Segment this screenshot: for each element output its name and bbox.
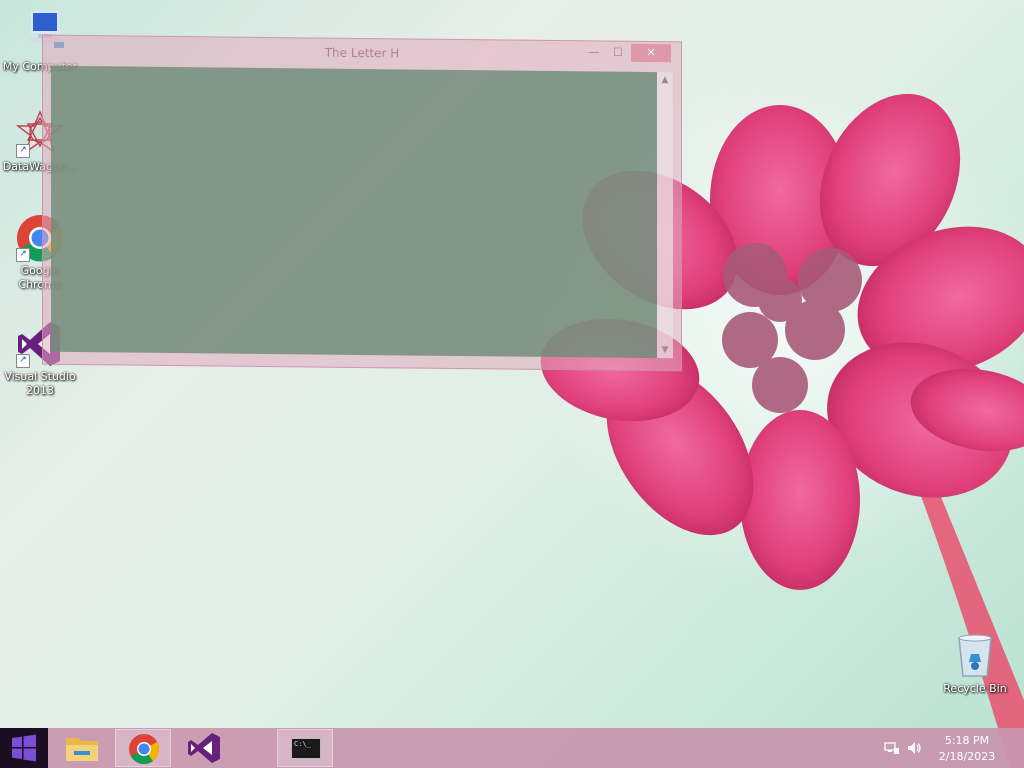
maximize-button[interactable]: ☐ xyxy=(605,44,631,62)
clock-date[interactable]: 2/18/2023 xyxy=(932,750,1002,763)
system-tray: 5:18 PM 2/18/2023 xyxy=(884,728,1024,768)
cmd-icon-glyph: C:\_ xyxy=(294,740,311,748)
folder-icon xyxy=(66,738,98,761)
scroll-up-arrow-icon[interactable]: ▲ xyxy=(657,72,673,88)
window-titlebar[interactable]: The Letter H — ☐ ✕ xyxy=(43,36,681,71)
minimize-button[interactable]: — xyxy=(581,43,607,61)
visual-studio-icon xyxy=(188,733,220,763)
start-button[interactable] xyxy=(0,728,48,768)
taskbar-visual-studio[interactable] xyxy=(176,729,232,767)
desktop-icon-label: Recycle Bin xyxy=(943,682,1007,695)
chrome-icon xyxy=(129,734,159,765)
windows-logo-icon xyxy=(12,734,36,762)
taskbar-google-chrome[interactable] xyxy=(115,729,171,767)
desktop-icon-label: Visual Studio 2013 xyxy=(4,370,76,397)
taskbar-file-explorer[interactable] xyxy=(54,729,110,767)
recycle-bin-icon xyxy=(951,632,999,680)
clock-time[interactable]: 5:18 PM xyxy=(932,734,1002,747)
window-client-area[interactable] xyxy=(51,65,657,359)
cmd-icon: C:\_ xyxy=(291,738,321,759)
taskbar-command-prompt[interactable]: C:\_ xyxy=(277,729,333,767)
vertical-scrollbar[interactable]: ▲ ▼ xyxy=(657,72,673,359)
network-icon[interactable] xyxy=(884,740,900,756)
desktop: My Computer ↗ DataWagon... ↗ Google Chro… xyxy=(0,0,1024,768)
shortcut-arrow-icon: ↗ xyxy=(16,354,30,368)
desktop-icon-recycle-bin[interactable]: Recycle Bin xyxy=(935,632,1015,696)
speaker-icon[interactable] xyxy=(906,740,922,756)
taskbar: C:\_ 5:18 PM 2/18/2023 xyxy=(0,728,1024,768)
shortcut-arrow-icon: ↗ xyxy=(16,144,30,158)
close-button[interactable]: ✕ xyxy=(631,43,671,63)
app-window[interactable]: The Letter H — ☐ ✕ ▲ ▼ xyxy=(42,34,682,372)
scroll-down-arrow-icon[interactable]: ▼ xyxy=(657,342,673,358)
shortcut-arrow-icon: ↗ xyxy=(16,248,30,262)
